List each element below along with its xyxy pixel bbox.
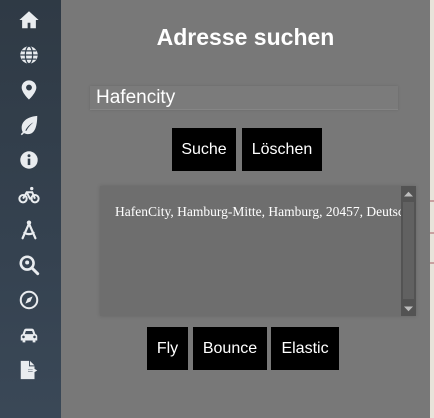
map-road	[430, 200, 434, 202]
results-scrollbar[interactable]	[401, 186, 416, 316]
sidebar-item-location[interactable]	[14, 75, 44, 105]
address-search-input[interactable]	[90, 86, 398, 110]
sidebar-item-info[interactable]	[14, 145, 44, 175]
file-export-icon	[20, 360, 38, 380]
search-location-icon	[19, 255, 40, 276]
chevron-down-icon	[404, 306, 413, 311]
map-road	[430, 232, 434, 234]
compass-icon	[19, 290, 39, 310]
car-icon	[20, 328, 38, 343]
bounce-button[interactable]: Bounce	[193, 327, 267, 370]
map-road	[430, 262, 434, 264]
sidebar-item-globe[interactable]	[14, 40, 44, 70]
info-icon	[20, 151, 38, 169]
scroll-down-arrow[interactable]	[401, 301, 416, 316]
bicycle-icon	[18, 186, 40, 204]
elastic-button[interactable]: Elastic	[271, 327, 339, 370]
clear-button[interactable]: Löschen	[242, 128, 322, 171]
sidebar-item-home[interactable]	[14, 5, 44, 35]
map-edge	[430, 0, 434, 418]
sidebar-item-export[interactable]	[14, 355, 44, 385]
leaf-icon	[20, 115, 38, 136]
result-item[interactable]: HafenCity, Hamburg-Mitte, Hamburg, 20457…	[115, 204, 416, 220]
dialog-title: Adresse suchen	[156, 24, 335, 50]
location-pin-icon	[21, 80, 37, 100]
compass-drafting-icon	[21, 220, 37, 240]
chevron-up-icon	[404, 191, 413, 196]
sidebar-item-drafting[interactable]	[14, 215, 44, 245]
sidebar-item-car[interactable]	[14, 320, 44, 350]
search-button[interactable]: Suche	[172, 128, 236, 171]
globe-icon	[20, 45, 38, 65]
sidebar	[0, 0, 61, 418]
sidebar-item-compass[interactable]	[14, 285, 44, 315]
scroll-thumb[interactable]	[403, 202, 414, 299]
search-results-list[interactable]: HafenCity, Hamburg-Mitte, Hamburg, 20457…	[100, 186, 416, 316]
sidebar-item-bicycle[interactable]	[14, 180, 44, 210]
home-icon	[19, 11, 39, 29]
fly-button[interactable]: Fly	[147, 327, 188, 370]
sidebar-item-leaf[interactable]	[14, 110, 44, 140]
scroll-up-arrow[interactable]	[401, 186, 416, 201]
sidebar-item-search-location[interactable]	[14, 250, 44, 280]
address-search-dialog: Adresse suchen Suche Löschen HafenCity, …	[61, 0, 430, 418]
